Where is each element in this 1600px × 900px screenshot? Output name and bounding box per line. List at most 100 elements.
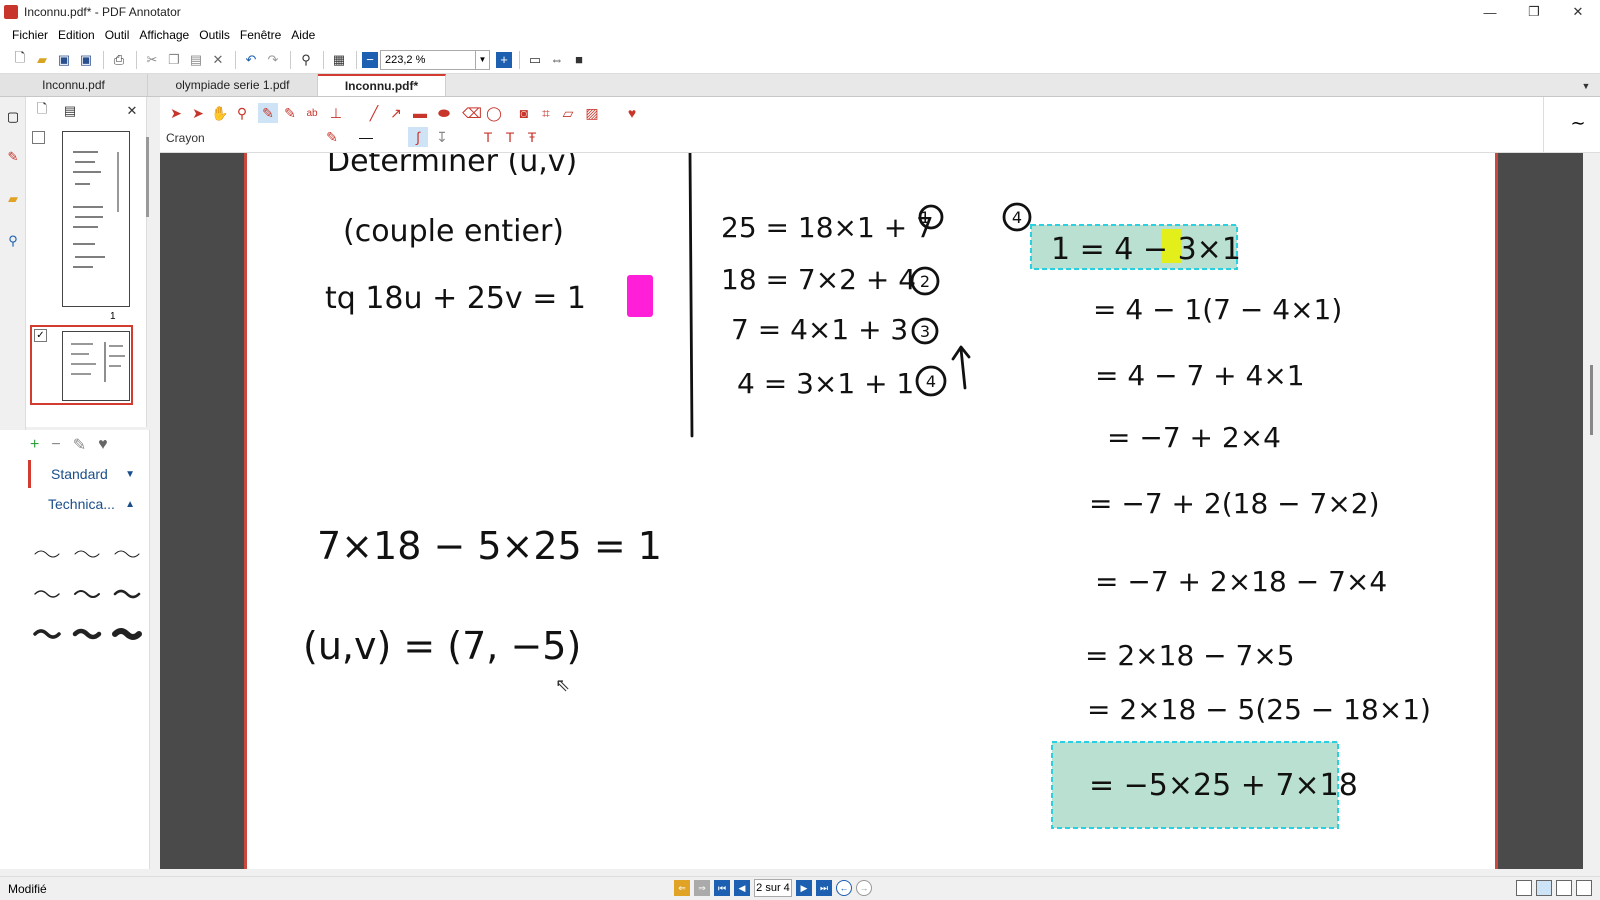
page-thumbnails-icon[interactable]: ▢ bbox=[5, 109, 21, 125]
page-layout-icon[interactable]: ▦ bbox=[329, 50, 349, 70]
prev-document-icon[interactable]: ⇐ bbox=[674, 880, 690, 896]
lasso-icon[interactable]: ◯ bbox=[484, 103, 504, 123]
menu-affichage[interactable]: Affichage bbox=[139, 28, 189, 42]
save-all-icon[interactable]: ▣ bbox=[76, 50, 96, 70]
attachments-icon[interactable]: ⚲ bbox=[5, 233, 21, 249]
last-page-icon[interactable]: ⏭ bbox=[816, 880, 832, 896]
view-options-icon[interactable]: ▤ bbox=[60, 101, 80, 121]
zoom-magnifier-icon[interactable]: ⚲ bbox=[232, 103, 252, 123]
first-page-icon[interactable]: ⏮ bbox=[714, 880, 730, 896]
favorites-group-technica[interactable]: Technica... ▲ bbox=[28, 490, 143, 518]
zoom-input[interactable]: 223,2 % ▼ bbox=[380, 49, 490, 70]
next-page-icon[interactable]: ▶ bbox=[796, 880, 812, 896]
line-icon[interactable]: ╱ bbox=[364, 103, 384, 123]
select-arrow-icon[interactable]: ➤ bbox=[166, 103, 186, 123]
zoom-out-icon[interactable]: − bbox=[362, 51, 378, 68]
thumbnail-scrollbar[interactable] bbox=[146, 137, 149, 217]
menu-aide[interactable]: Aide bbox=[291, 28, 315, 42]
tab-list-chevron-icon[interactable]: ▼ bbox=[1576, 76, 1596, 96]
previous-page-icon[interactable]: ◀ bbox=[734, 880, 750, 896]
undo-icon[interactable]: ↶ bbox=[241, 50, 261, 70]
text-select-icon[interactable]: ➤ bbox=[188, 103, 208, 123]
fit-page-icon[interactable]: ▭ bbox=[525, 50, 545, 70]
menu-outils[interactable]: Outils bbox=[199, 28, 230, 42]
scroll-thumb[interactable] bbox=[1590, 365, 1593, 435]
menu-edition[interactable]: Edition bbox=[58, 28, 95, 42]
close-panel-icon[interactable]: ✕ bbox=[122, 101, 142, 121]
bookmarks-icon[interactable]: ▰ bbox=[5, 191, 21, 207]
pen-color-icon[interactable]: ✎ bbox=[322, 127, 342, 147]
line-width-icon[interactable]: — bbox=[356, 127, 376, 147]
chevron-down-icon[interactable]: ▼ bbox=[125, 469, 135, 480]
save-icon[interactable]: ▣ bbox=[54, 50, 74, 70]
two-page-view-icon[interactable] bbox=[1556, 880, 1572, 896]
open-folder-icon[interactable]: ▰ bbox=[32, 50, 52, 70]
ellipse-icon[interactable]: ⬬ bbox=[434, 103, 454, 123]
tab-inconnu-modified[interactable]: Inconnu.pdf* bbox=[318, 74, 446, 96]
menu-fichier[interactable]: Fichier bbox=[12, 28, 48, 42]
page1-checkbox[interactable] bbox=[32, 131, 45, 144]
cut-icon[interactable]: ✂ bbox=[142, 50, 162, 70]
document-view[interactable]: Déterminer (u,v) (couple entier) tq 18u … bbox=[160, 153, 1600, 869]
menu-fenetre[interactable]: Fenêtre bbox=[240, 28, 281, 42]
chevron-up-icon[interactable]: ▲ bbox=[125, 499, 135, 510]
favorites-group-standard[interactable]: Standard ▼ bbox=[28, 460, 143, 488]
continuous-view-icon[interactable] bbox=[1536, 880, 1552, 896]
stamp-icon[interactable]: ⊥ bbox=[326, 103, 346, 123]
annotations-icon[interactable]: ✎ bbox=[5, 149, 21, 165]
fullscreen-icon[interactable]: ■ bbox=[569, 50, 589, 70]
text-squiggle-icon[interactable]: T bbox=[500, 127, 520, 147]
minimize-button[interactable]: — bbox=[1468, 0, 1512, 24]
circled-mark-2: 2 bbox=[920, 272, 930, 291]
page-number-input[interactable]: 2 sur 4 bbox=[754, 879, 792, 897]
delete-icon[interactable]: ✕ bbox=[208, 50, 228, 70]
camera-icon[interactable]: ◙ bbox=[514, 103, 534, 123]
restore-button[interactable]: ❐ bbox=[1512, 0, 1556, 24]
ruler-icon[interactable]: ▱ bbox=[558, 103, 578, 123]
new-document-icon[interactable]: 🗋 bbox=[10, 50, 30, 70]
fit-width-icon[interactable]: ⇔ bbox=[547, 50, 567, 70]
thumbnail-page-2[interactable]: ✓ bbox=[30, 325, 133, 405]
redo-icon[interactable]: ↷ bbox=[263, 50, 283, 70]
two-page-continuous-view-icon[interactable] bbox=[1576, 880, 1592, 896]
copy-icon[interactable]: ❐ bbox=[164, 50, 184, 70]
add-favorite-icon[interactable]: + bbox=[30, 436, 39, 454]
eraser-icon[interactable]: ⌫ bbox=[462, 103, 482, 123]
text-underline-icon[interactable]: T bbox=[478, 127, 498, 147]
thumbnail-page-1[interactable] bbox=[62, 131, 130, 307]
paste-icon[interactable]: ▤ bbox=[186, 50, 206, 70]
arrow-icon[interactable]: ↗ bbox=[386, 103, 406, 123]
heart-icon[interactable]: ♥ bbox=[98, 436, 108, 454]
single-page-view-icon[interactable] bbox=[1516, 880, 1532, 896]
zoom-in-icon[interactable]: + bbox=[496, 51, 512, 68]
zoom-dropdown-icon[interactable]: ▼ bbox=[475, 50, 489, 69]
rectangle-icon[interactable]: ▬ bbox=[410, 103, 430, 123]
page2-checkbox-checked-icon[interactable]: ✓ bbox=[34, 329, 47, 342]
textbox-icon[interactable]: ab bbox=[302, 103, 322, 123]
smooth-stroke-icon[interactable]: ∫ bbox=[408, 127, 428, 147]
print-icon[interactable]: ⎙ bbox=[109, 50, 129, 70]
vertical-scrollbar[interactable] bbox=[1583, 153, 1600, 869]
pen-tool-icon[interactable]: ✎ bbox=[258, 103, 278, 123]
pen-preset-grid[interactable] bbox=[30, 544, 145, 654]
hw-euclid-1: 25 = 18×1 + 7 bbox=[721, 211, 934, 244]
back-icon[interactable]: ← bbox=[836, 880, 852, 896]
favorite-heart-icon[interactable]: ♥ bbox=[622, 103, 642, 123]
straighten-stroke-icon[interactable]: ↧ bbox=[432, 127, 452, 147]
highlighter-icon[interactable]: ✎ bbox=[280, 103, 300, 123]
tab-inconnu[interactable]: Inconnu.pdf bbox=[0, 74, 148, 96]
hand-pan-icon[interactable]: ✋ bbox=[210, 103, 230, 123]
new-page-icon[interactable]: 🗋 bbox=[32, 101, 52, 121]
menu-outil[interactable]: Outil bbox=[105, 28, 130, 42]
find-binoculars-icon[interactable]: ⚲ bbox=[296, 50, 316, 70]
pdf-page[interactable]: Déterminer (u,v) (couple entier) tq 18u … bbox=[244, 153, 1498, 869]
text-strikeout-icon[interactable]: Ŧ bbox=[522, 127, 542, 147]
edit-favorite-icon[interactable]: ✎ bbox=[73, 435, 86, 455]
crop-icon[interactable]: ⌗ bbox=[536, 103, 556, 123]
insert-image-icon[interactable]: ▨ bbox=[582, 103, 602, 123]
tab-olympiade[interactable]: olympiade serie 1.pdf bbox=[148, 74, 318, 96]
next-document-icon[interactable]: ⇒ bbox=[694, 880, 710, 896]
remove-favorite-icon[interactable]: − bbox=[51, 436, 60, 454]
close-button[interactable]: ✕ bbox=[1556, 0, 1600, 24]
forward-icon[interactable]: → bbox=[856, 880, 872, 896]
